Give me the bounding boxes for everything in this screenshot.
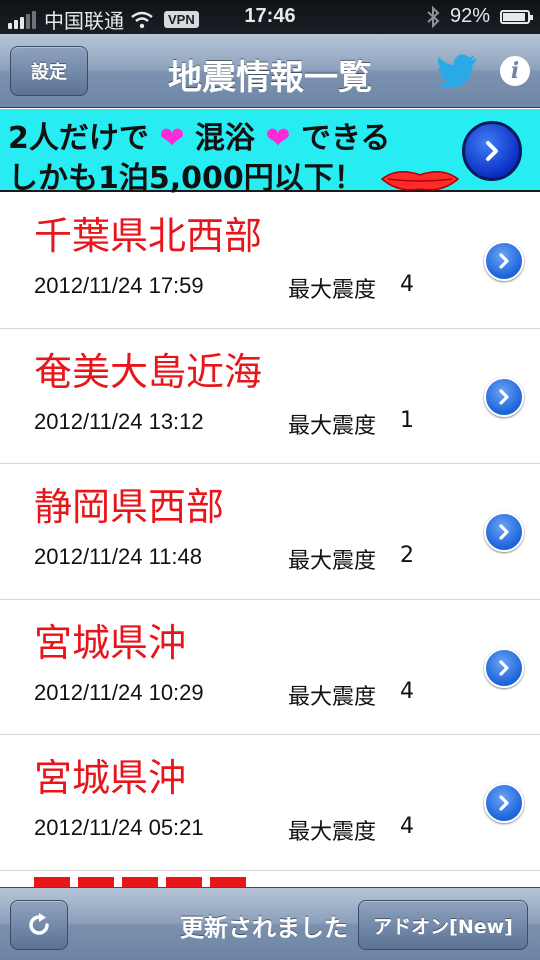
chevron-right-icon [499, 524, 509, 540]
battery-fill [503, 12, 525, 21]
max-intensity-label: 最大震度 [288, 278, 377, 303]
heart-icon: ❤ [159, 121, 185, 156]
bottom-toolbar: 更新されました アドオン[New] [0, 887, 540, 960]
detail-disclosure-button[interactable] [484, 376, 524, 417]
ad-text-part2: 混浴 [194, 121, 255, 156]
quake-region: 宮城県沖 [34, 756, 187, 801]
chevron-right-icon [499, 388, 509, 405]
settings-button[interactable]: 設定 [10, 46, 88, 96]
ad-banner[interactable]: 2人だけで ❤ 混浴 ❤ できる しかも1泊5,000円以下！ [0, 109, 540, 196]
max-intensity-value: 4 [400, 678, 414, 704]
heart-icon: ❤ [265, 121, 291, 156]
max-intensity-label: 最大震度 [288, 820, 377, 846]
refresh-icon [29, 913, 49, 935]
ad-headline: 2人だけで ❤ 混浴 ❤ できる [8, 113, 390, 157]
list-item[interactable]: 宮城県沖 2012/11/24 05:21 最大震度 4 [0, 735, 540, 871]
status-bar: 中国联通 VPN 17:46 92% [0, 0, 540, 34]
list-item[interactable]: 宮城県沖 2012/11/24 10:29 最大震度 4 [0, 599, 540, 736]
battery-percent: 92% [449, 5, 490, 27]
cut-off-row-text [34, 876, 246, 887]
detail-disclosure-button[interactable] [484, 647, 524, 688]
quake-region: 千葉県北西部 [34, 214, 263, 258]
max-intensity-label: 最大震度 [288, 549, 377, 575]
quake-datetime: 2012/11/24 05:21 [34, 815, 204, 841]
twitter-bird-icon[interactable] [438, 54, 478, 88]
quake-region: 静岡県西部 [34, 485, 225, 530]
page-title: 地震情報一覧 [168, 58, 372, 98]
ad-subline: しかも1泊5,000円以下！ [8, 153, 462, 197]
navigation-bar: 設定 地震情報一覧 i [0, 34, 540, 108]
quake-region: 宮城県沖 [34, 620, 187, 665]
addon-button[interactable]: アドオン[New] [358, 900, 528, 950]
list-item[interactable]: 千葉県北西部 2012/11/24 17:59 最大震度 4 [0, 193, 540, 329]
list-item-partial[interactable] [0, 871, 540, 887]
ad-text-part1: 2人だけで [8, 121, 149, 156]
chevron-right-icon [499, 795, 509, 811]
max-intensity-value: 1 [400, 407, 414, 433]
battery-icon [500, 9, 533, 24]
chevron-right-icon [499, 253, 509, 269]
earthquake-list[interactable]: 千葉県北西部 2012/11/24 17:59 最大震度 4 奄美大島近海 20… [0, 193, 540, 887]
max-intensity-label: 最大震度 [288, 413, 377, 439]
quake-region: 奄美大島近海 [34, 349, 263, 394]
quake-datetime: 2012/11/24 10:29 [34, 679, 204, 705]
update-status-message: 更新されました [180, 914, 348, 942]
lips-icon [381, 170, 460, 191]
detail-disclosure-button[interactable] [484, 783, 524, 824]
chevron-right-icon [486, 141, 498, 161]
max-intensity-value: 2 [400, 543, 414, 569]
ad-subline-text: しかも1泊5,000円以下！ [8, 161, 364, 196]
max-intensity-value: 4 [400, 814, 414, 840]
detail-disclosure-button[interactable] [484, 512, 524, 553]
info-icon[interactable]: i [500, 56, 530, 86]
refresh-button[interactable] [10, 900, 68, 950]
quake-datetime: 2012/11/24 17:59 [34, 273, 204, 298]
max-intensity-label: 最大震度 [288, 684, 377, 710]
list-item[interactable]: 静岡県西部 2012/11/24 11:48 最大震度 2 [0, 464, 540, 600]
quake-datetime: 2012/11/24 11:48 [34, 544, 203, 570]
bluetooth-icon [427, 5, 440, 28]
detail-disclosure-button[interactable] [484, 241, 524, 281]
ad-text-part3: できる [300, 121, 391, 156]
quake-datetime: 2012/11/24 13:12 [34, 408, 204, 434]
status-right: 92% [426, 5, 533, 28]
chevron-right-icon [499, 660, 509, 676]
list-item[interactable]: 奄美大島近海 2012/11/24 13:12 最大震度 1 [0, 328, 540, 465]
ad-arrow-button[interactable] [462, 121, 522, 181]
max-intensity-value: 4 [400, 272, 414, 297]
